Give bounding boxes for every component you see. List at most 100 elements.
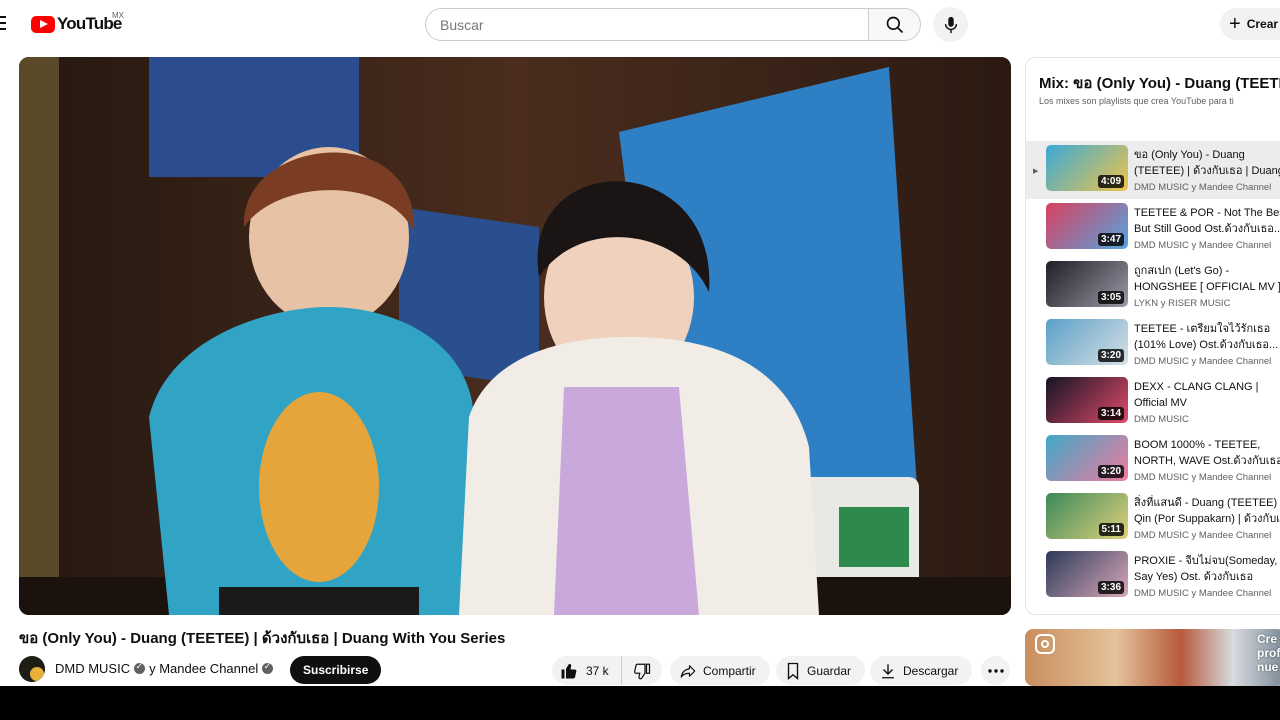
playlist-items: ▶ 4:09 ขอ (Only You) - Duang (TEETEE) | ด้… [1026, 141, 1280, 605]
playlist-item[interactable]: 3:14 DEXX - CLANG CLANG | Official MV DMD … [1026, 373, 1280, 431]
playlist-item-text: PROXIE - จีบไม่จบ(Someday, Say Yes) Ost.… [1134, 553, 1280, 599]
subscribe-button[interactable]: Suscribirse [290, 656, 382, 684]
youtube-watch-page: YouTube MX + Crear [0, 0, 1280, 686]
instagram-icon [1035, 634, 1055, 654]
playlist-item[interactable]: 3:20 BOOM 1000% - TEETEE, NORTH, WAVE Ost… [1026, 431, 1280, 489]
download-label: Descargar [903, 663, 959, 678]
create-button[interactable]: + Crear [1220, 8, 1280, 40]
bookmark-icon [787, 662, 799, 680]
verified-icon [262, 661, 274, 674]
playlist-item-channel: LYKN y RISER MUSIC [1134, 298, 1231, 309]
playlist-subtitle: Los mixes son playlists que crea YouTube… [1039, 96, 1234, 106]
playlist-item-title[interactable]: TEETEE & POR - Not The Best But Still Go… [1134, 205, 1280, 237]
like-count: 37 k [586, 663, 609, 678]
playlist-thumbnail[interactable]: 4:09 [1046, 145, 1128, 191]
playlist-item-text: ขอ (Only You) - Duang (TEETEE) | ด้วงกับ… [1134, 147, 1280, 193]
playlist-item[interactable]: 3:36 PROXIE - จีบไม่จบ(Someday, Say Yes) … [1026, 547, 1280, 605]
save-label: Guardar [807, 663, 852, 678]
mix-playlist-panel: Mix: ขอ (Only You) - Duang (TEETEE) Los … [1025, 57, 1280, 615]
playlist-thumbnail[interactable]: 3:20 [1046, 319, 1128, 365]
channel-name-mandee[interactable]: y Mandee Channel [149, 661, 258, 676]
duration-badge: 3:20 [1097, 465, 1124, 478]
more-actions-button[interactable] [981, 656, 1010, 685]
playlist-item-text: ถูกสเปก (Let's Go) - HONGSHEE [ OFFICIAL… [1134, 263, 1280, 309]
share-icon [680, 664, 696, 678]
playlist-item-title[interactable]: ขอ (Only You) - Duang (TEETEE) | ด้วงกับ… [1134, 147, 1280, 179]
playlist-item-text: BOOM 1000% - TEETEE, NORTH, WAVE Ost.ด้ว… [1134, 437, 1280, 483]
ad-banner[interactable]: Cre profe nue [1025, 629, 1280, 686]
ad-text-line: Cre [1257, 632, 1278, 646]
playlist-item-title[interactable]: PROXIE - จีบไม่จบ(Someday, Say Yes) Ost.… [1134, 553, 1280, 585]
save-button[interactable]: Guardar [776, 656, 866, 685]
now-playing-icon: ▶ [1033, 168, 1039, 175]
search-button[interactable] [868, 8, 921, 41]
plus-icon: + [1229, 13, 1241, 35]
playlist-item-channel: DMD MUSIC y Mandee Channel [1134, 240, 1272, 251]
playlist-item[interactable]: 5:11 สิ่งที่แสนดี - Duang (TEETEE) & Qin … [1026, 489, 1280, 547]
channel-info: DMD MUSIC y Mandee Channel [55, 661, 277, 676]
dislike-button[interactable] [622, 656, 662, 685]
search-box [425, 8, 869, 41]
ad-text-line: nue [1257, 660, 1279, 674]
search-icon [886, 16, 903, 33]
duration-badge: 3:20 [1097, 349, 1124, 362]
playlist-item-title[interactable]: DEXX - CLANG CLANG | Official MV [1134, 379, 1280, 411]
ad-text-line: profe [1257, 646, 1280, 660]
playlist-item[interactable]: ▶ 4:09 ขอ (Only You) - Duang (TEETEE) | ด้… [1026, 141, 1280, 199]
playlist-item-text: DEXX - CLANG CLANG | Official MV DMD MUSI… [1134, 379, 1280, 425]
playlist-thumbnail[interactable]: 3:14 [1046, 377, 1128, 423]
youtube-logo[interactable]: YouTube [31, 14, 122, 34]
ad-text: Cre profe nue [1257, 632, 1280, 674]
share-label: Compartir [703, 663, 756, 678]
duration-badge: 4:09 [1097, 175, 1124, 188]
download-icon [882, 663, 894, 678]
playlist-item-channel: DMD MUSIC y Mandee Channel [1134, 472, 1272, 483]
video-player[interactable] [19, 57, 1011, 615]
voice-search-button[interactable] [933, 7, 968, 42]
playlist-item-channel: DMD MUSIC y Mandee Channel [1134, 530, 1272, 541]
playlist-item-channel: DMD MUSIC [1134, 414, 1189, 425]
playlist-item-title[interactable]: TEETEE - เตรียมใจไว้รักเธอ (101% Love) O… [1134, 321, 1280, 353]
playlist-title[interactable]: Mix: ขอ (Only You) - Duang (TEETEE) [1039, 71, 1280, 95]
microphone-icon [944, 16, 957, 33]
playlist-item-title[interactable]: สิ่งที่แสนดี - Duang (TEETEE) & Qin (Por… [1134, 495, 1280, 527]
playlist-item[interactable]: 3:05 ถูกสเปก (Let's Go) - HONGSHEE [ OFFI… [1026, 257, 1280, 315]
playlist-item-channel: DMD MUSIC y Mandee Channel [1134, 356, 1272, 367]
playlist-item-text: TEETEE - เตรียมใจไว้รักเธอ (101% Love) O… [1134, 321, 1280, 367]
verified-icon [134, 661, 146, 674]
video-frame [19, 57, 1011, 615]
like-dislike-group: 37 k [552, 656, 662, 685]
like-button[interactable]: 37 k [552, 656, 622, 685]
search-input[interactable] [440, 16, 869, 33]
playlist-item[interactable]: 3:47 TEETEE & POR - Not The Best But Stil… [1026, 199, 1280, 257]
playlist-item-title[interactable]: BOOM 1000% - TEETEE, NORTH, WAVE Ost.ด้ว… [1134, 437, 1280, 469]
duration-badge: 5:11 [1098, 523, 1124, 536]
playlist-thumbnail[interactable]: 5:11 [1046, 493, 1128, 539]
channel-name-dmd[interactable]: DMD MUSIC [55, 661, 130, 676]
duration-badge: 3:47 [1097, 233, 1124, 246]
playlist-item-channel: DMD MUSIC y Mandee Channel [1134, 182, 1272, 193]
top-header: YouTube MX + Crear [0, 0, 1280, 48]
channel-avatar[interactable] [19, 656, 45, 682]
region-code: MX [112, 11, 124, 20]
duration-badge: 3:05 [1097, 291, 1124, 304]
playlist-item-title[interactable]: ถูกสเปก (Let's Go) - HONGSHEE [ OFFICIAL… [1134, 263, 1280, 295]
playlist-thumbnail[interactable]: 3:05 [1046, 261, 1128, 307]
share-button[interactable]: Compartir [670, 656, 770, 685]
more-horizontal-icon [987, 668, 1004, 673]
duration-badge: 3:14 [1097, 407, 1124, 420]
playlist-item-text: สิ่งที่แสนดี - Duang (TEETEE) & Qin (Por… [1134, 495, 1280, 541]
create-label: Crear [1246, 17, 1279, 31]
playlist-item[interactable]: 3:20 TEETEE - เตรียมใจไว้รักเธอ (101% Lov… [1026, 315, 1280, 373]
playlist-thumbnail[interactable]: 3:47 [1046, 203, 1128, 249]
menu-icon[interactable] [0, 16, 8, 30]
playlist-thumbnail[interactable]: 3:20 [1046, 435, 1128, 481]
playlist-thumbnail[interactable]: 3:36 [1046, 551, 1128, 597]
download-button[interactable]: Descargar [870, 656, 973, 685]
youtube-play-icon [31, 15, 55, 33]
video-title: ขอ (Only You) - Duang (TEETEE) | ด้วงกับ… [19, 630, 506, 647]
duration-badge: 3:36 [1097, 581, 1124, 594]
thumbs-down-icon [634, 663, 651, 679]
playlist-item-text: TEETEE & POR - Not The Best But Still Go… [1134, 205, 1280, 251]
playlist-item-channel: DMD MUSIC y Mandee Channel [1134, 588, 1272, 599]
